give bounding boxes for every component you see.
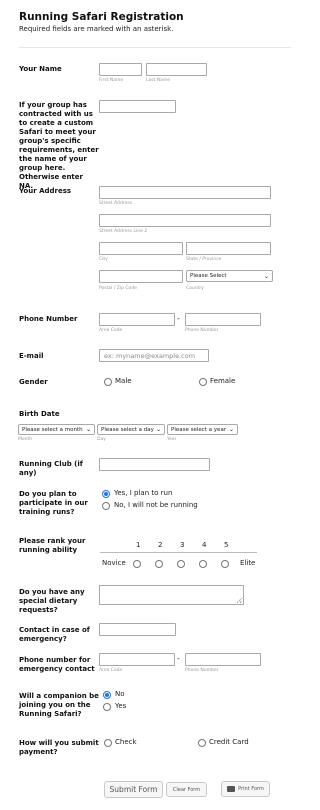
birth-year-select[interactable]: Please select a year ⌄	[167, 424, 238, 435]
companion-yes-radio[interactable]	[103, 703, 111, 711]
phone-dash: -	[177, 314, 180, 323]
emergency-phone-area-input[interactable]	[99, 653, 175, 666]
email-label: E-mail	[19, 352, 44, 360]
print-form-button[interactable]: Print Form	[221, 781, 270, 797]
last-name-input[interactable]	[146, 63, 207, 76]
first-name-input[interactable]	[99, 63, 142, 76]
rank-divider	[100, 552, 257, 553]
training-no-label: No, I will not be running	[114, 501, 198, 509]
last-name-sublabel: Last Name	[146, 78, 171, 83]
birth-month-value: Please select a month	[22, 426, 83, 433]
birth-day-sublabel: Day	[97, 437, 106, 442]
rank-radio-2[interactable]	[155, 560, 163, 568]
companion-no-radio[interactable]	[103, 691, 111, 699]
rank-radio-3[interactable]	[177, 560, 185, 568]
dietary-label: Do you have any special dietary requests…	[19, 588, 85, 614]
header-divider	[19, 47, 291, 48]
companion-yes-label: Yes	[115, 702, 127, 710]
state-input[interactable]	[186, 242, 271, 255]
phone-number-sublabel: Phone Number	[185, 328, 219, 333]
chevron-down-icon: ⌄	[228, 426, 234, 433]
submit-form-button[interactable]: Submit Form	[104, 781, 163, 798]
gender-male-radio[interactable]	[104, 378, 112, 386]
city-sublabel: City	[99, 257, 108, 262]
companion-label: Will a companion be joining you on the R…	[19, 692, 99, 718]
birth-year-value: Please select a year	[171, 426, 227, 433]
street-address-2-input[interactable]	[99, 214, 271, 227]
emergency-contact-input[interactable]	[99, 623, 176, 636]
city-input[interactable]	[99, 242, 183, 255]
phone-number-input[interactable]	[185, 313, 261, 326]
birth-day-select[interactable]: Please select a day ⌄	[97, 424, 165, 435]
gender-male-label: Male	[115, 377, 132, 385]
chevron-down-icon: ⌄	[263, 272, 269, 280]
training-yes-label: Yes, I plan to run	[114, 489, 173, 497]
emergency-phone-label: Phone number for emergency contact	[19, 656, 95, 673]
name-label: Your Name	[19, 65, 62, 73]
rank-radio-1[interactable]	[133, 560, 141, 568]
phone-label: Phone Number	[19, 315, 78, 323]
emergency-phone-number-input[interactable]	[185, 653, 261, 666]
birth-year-sublabel: Year	[167, 437, 177, 442]
emergency-phone-area-sublabel: Area Code	[99, 668, 123, 673]
training-no-radio[interactable]	[102, 502, 110, 510]
street-address-sublabel: Street Address	[99, 201, 133, 206]
emergency-phone-number-sublabel: Phone Number	[185, 668, 219, 673]
group-label: If your group has contracted with us to …	[19, 101, 99, 190]
phone-area-input[interactable]	[99, 313, 175, 326]
emergency-contact-label: Contact in case of emergency?	[19, 626, 90, 643]
training-yes-radio[interactable]	[102, 490, 110, 498]
printer-icon	[227, 786, 236, 792]
postal-sublabel: Postal / Zip Code	[99, 286, 137, 291]
birth-month-sublabel: Month	[18, 437, 33, 442]
gender-label: Gender	[19, 378, 48, 386]
rank-scale-4: 4	[202, 541, 207, 549]
phone-area-sublabel: Area Code	[99, 328, 123, 333]
running-club-input[interactable]	[99, 458, 210, 471]
companion-no-label: No	[115, 690, 125, 698]
chevron-down-icon: ⌄	[85, 426, 91, 433]
dietary-textarea[interactable]	[99, 585, 244, 605]
birth-month-select[interactable]: Please select a month ⌄	[18, 424, 95, 435]
street-address-input[interactable]	[99, 186, 271, 199]
email-input[interactable]: ex: myname@example.com	[99, 349, 209, 362]
birth-day-value: Please select a day	[101, 426, 154, 433]
chevron-down-icon: ⌄	[155, 426, 161, 433]
street-address-2-sublabel: Street Address Line 2	[99, 229, 148, 234]
birth-date-label: Birth Date	[19, 410, 60, 418]
country-select-value: Please Select	[190, 273, 227, 279]
emergency-phone-dash: -	[177, 654, 180, 663]
first-name-sublabel: First Name	[99, 78, 124, 83]
gender-female-radio[interactable]	[199, 378, 207, 386]
training-label: Do you plan to participate in our traini…	[19, 490, 88, 516]
payment-credit-card-label: Credit Card	[209, 738, 249, 746]
page-subtitle: Required fields are marked with an aster…	[19, 25, 174, 33]
country-select[interactable]: Please Select ⌄	[186, 270, 273, 282]
group-input[interactable]	[99, 100, 176, 113]
gender-female-label: Female	[210, 377, 236, 385]
running-club-label: Running Club (if any)	[19, 460, 83, 477]
print-form-label: Print Form	[238, 786, 264, 792]
country-sublabel: Country	[186, 286, 204, 291]
resize-handle-icon[interactable]	[237, 598, 242, 603]
payment-credit-card-radio[interactable]	[198, 739, 206, 747]
rank-label: Please rank your running ability	[19, 537, 86, 554]
address-label: Your Address	[19, 187, 72, 195]
rank-radio-4[interactable]	[199, 560, 207, 568]
rank-scale-3: 3	[180, 541, 185, 549]
rank-elite-label: Elite	[240, 559, 256, 567]
rank-radio-5[interactable]	[221, 560, 229, 568]
payment-label: How will you submit payment?	[19, 739, 99, 756]
payment-check-radio[interactable]	[104, 739, 112, 747]
payment-check-label: Check	[115, 738, 137, 746]
clear-form-button[interactable]: Clear Form	[166, 782, 207, 797]
postal-input[interactable]	[99, 270, 183, 283]
rank-scale-1: 1	[136, 541, 141, 549]
rank-scale-5: 5	[224, 541, 229, 549]
state-sublabel: State / Province	[186, 257, 222, 262]
rank-scale-2: 2	[158, 541, 163, 549]
rank-novice-label: Novice	[102, 559, 126, 567]
page-title: Running Safari Registration	[19, 11, 184, 23]
